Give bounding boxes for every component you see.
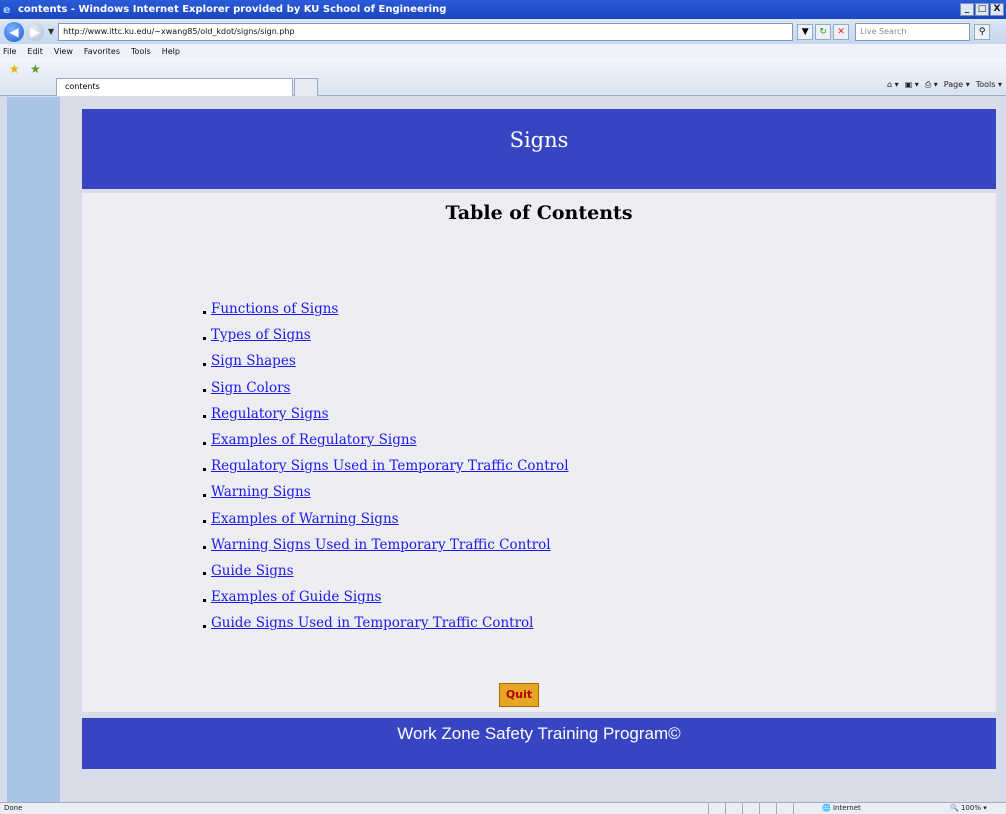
zone-label: Internet — [832, 804, 861, 812]
menu-view[interactable]: View — [54, 47, 73, 56]
restore-button[interactable]: □ — [975, 3, 989, 16]
toc-link-functions-of-signs[interactable]: Functions of Signs — [211, 301, 338, 317]
bullet-icon — [203, 572, 206, 576]
bullet-icon — [203, 467, 206, 471]
toc-link-examples-guide-signs[interactable]: Examples of Guide Signs — [211, 589, 381, 605]
list-item: Sign Shapes — [203, 348, 569, 374]
menu-tools[interactable]: Tools — [131, 47, 151, 56]
status-text: Done — [4, 804, 23, 812]
list-item: Examples of Guide Signs — [203, 584, 569, 610]
bullet-icon — [203, 624, 206, 628]
stop-icon[interactable]: ✕ — [833, 23, 850, 40]
bullet-icon — [203, 598, 206, 602]
url-text: http://www.ittc.ku.edu/~xwang85/old_kdot… — [63, 27, 295, 36]
history-dropdown-icon[interactable]: ▼ — [48, 27, 54, 36]
toc-link-sign-colors[interactable]: Sign Colors — [211, 380, 290, 396]
tab-contents[interactable]: contents — [56, 78, 293, 96]
favorites-star-icon[interactable]: ★ — [9, 62, 20, 76]
new-tab-button[interactable] — [294, 78, 318, 96]
list-item: Guide Signs — [203, 558, 569, 584]
list-item: Guide Signs Used in Temporary Traffic Co… — [203, 610, 569, 636]
window-title: contents - Windows Internet Explorer pro… — [18, 4, 447, 15]
list-item: Regulatory Signs — [203, 401, 569, 427]
left-sidebar-strip — [7, 97, 60, 802]
toc-link-warning-signs-ttc[interactable]: Warning Signs Used in Temporary Traffic … — [211, 537, 551, 553]
footer-text: Work Zone Safety Training Program© — [397, 724, 681, 743]
list-item: Regulatory Signs Used in Temporary Traff… — [203, 453, 569, 479]
list-item: Warning Signs — [203, 479, 569, 505]
search-input[interactable]: Live Search — [855, 22, 971, 41]
dropdown-icon[interactable]: ▼ — [797, 23, 814, 40]
add-favorite-icon[interactable]: ★ — [30, 62, 41, 76]
banner-title: Signs — [509, 128, 569, 152]
toc-link-guide-signs[interactable]: Guide Signs — [211, 563, 294, 579]
minimize-button[interactable]: _ — [960, 3, 974, 16]
toc-link-warning-signs[interactable]: Warning Signs — [211, 484, 311, 500]
menu-favorites[interactable]: Favorites — [84, 47, 120, 56]
forward-arrow-icon[interactable]: ▶ — [26, 22, 44, 41]
content-panel: Table of Contents Functions of Signs Typ… — [82, 193, 996, 712]
print-icon[interactable]: ⎙ ▾ — [925, 80, 938, 90]
menu-edit[interactable]: Edit — [27, 47, 43, 56]
status-cells — [708, 803, 810, 814]
status-bar: Done 🌐 Internet 🔍 100% ▾ — [0, 802, 1006, 814]
toc-link-examples-warning-signs[interactable]: Examples of Warning Signs — [211, 511, 399, 527]
close-button[interactable]: X — [990, 3, 1004, 16]
list-item: Examples of Regulatory Signs — [203, 427, 569, 453]
tools-menu[interactable]: Tools ▾ — [976, 80, 1002, 90]
tab-bar: ★ ★ contents ⌂ ▾ ▣ ▾ ⎙ ▾ Page ▾ Tools ▾ — [0, 58, 1006, 96]
bullet-icon — [203, 546, 206, 550]
bullet-icon — [203, 389, 206, 393]
internet-zone[interactable]: 🌐 Internet — [822, 804, 861, 812]
toc-link-regulatory-signs-ttc[interactable]: Regulatory Signs Used in Temporary Traff… — [211, 458, 569, 474]
bullet-icon — [203, 441, 206, 445]
page-banner: Signs — [82, 109, 996, 189]
list-item: Functions of Signs — [203, 296, 569, 322]
toc-list: Functions of Signs Types of Signs Sign S… — [203, 296, 569, 636]
page-area: Signs Table of Contents Functions of Sig… — [60, 97, 999, 802]
menu-file[interactable]: File — [3, 47, 16, 56]
page-menu-label: Page — [943, 80, 964, 89]
list-item: Warning Signs Used in Temporary Traffic … — [203, 532, 569, 558]
tools-menu-label: Tools — [975, 80, 996, 89]
list-item: Sign Colors — [203, 375, 569, 401]
back-arrow-icon[interactable]: ◀ — [4, 21, 24, 42]
url-actions: ▼ ↻ ✕ — [797, 23, 850, 40]
home-icon[interactable]: ⌂ ▾ — [887, 80, 899, 90]
page-footer: Work Zone Safety Training Program© — [82, 718, 996, 769]
toc-heading: Table of Contents — [445, 202, 633, 224]
zoom-label: 100% — [960, 804, 981, 812]
list-item: Types of Signs — [203, 322, 569, 348]
address-bar: ◀ ▶ ▼ http://www.ittc.ku.edu/~xwang85/ol… — [0, 19, 1006, 44]
ie-logo-icon: e — [3, 2, 11, 16]
toc-link-types-of-signs[interactable]: Types of Signs — [211, 327, 311, 343]
toc-link-examples-regulatory-signs[interactable]: Examples of Regulatory Signs — [211, 432, 417, 448]
tab-label: contents — [65, 82, 100, 91]
search-placeholder: Live Search — [860, 26, 907, 36]
toc-link-regulatory-signs[interactable]: Regulatory Signs — [211, 406, 329, 422]
zoom-control[interactable]: 🔍 100% ▾ — [950, 804, 987, 812]
window-title-bar: e contents - Windows Internet Explorer p… — [0, 0, 1006, 19]
refresh-icon[interactable]: ↻ — [815, 23, 832, 40]
toc-link-guide-signs-ttc[interactable]: Guide Signs Used in Temporary Traffic Co… — [211, 615, 534, 631]
quit-button[interactable]: Quit — [499, 683, 539, 707]
bullet-icon — [203, 415, 206, 419]
page-menu[interactable]: Page ▾ — [944, 80, 970, 90]
bullet-icon — [203, 520, 206, 524]
toc-link-sign-shapes[interactable]: Sign Shapes — [211, 353, 296, 369]
bullet-icon — [203, 336, 206, 340]
bullet-icon — [203, 310, 206, 314]
menu-help[interactable]: Help — [162, 47, 180, 56]
search-icon[interactable]: ⚲ — [974, 23, 991, 40]
command-bar: ⌂ ▾ ▣ ▾ ⎙ ▾ Page ▾ Tools ▾ — [887, 80, 1002, 90]
feeds-icon[interactable]: ▣ ▾ — [905, 80, 919, 90]
list-item: Examples of Warning Signs — [203, 506, 569, 532]
bullet-icon — [203, 362, 206, 366]
menu-bar: File Edit View Favorites Tools Help — [0, 44, 1006, 58]
bullet-icon — [203, 493, 206, 497]
url-input[interactable]: http://www.ittc.ku.edu/~xwang85/old_kdot… — [58, 22, 794, 41]
window-controls: _ □ X — [960, 3, 1004, 16]
